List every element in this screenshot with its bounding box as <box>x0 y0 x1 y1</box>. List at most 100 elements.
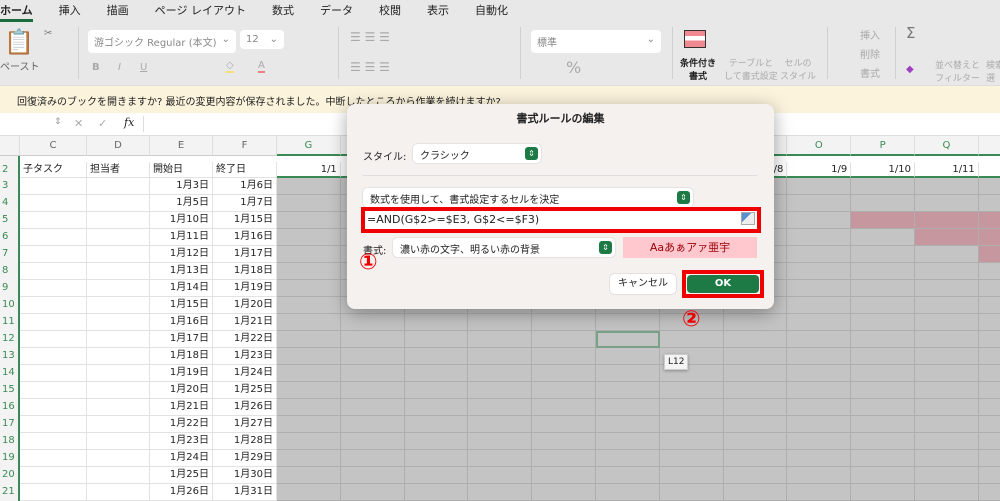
row-header[interactable]: 12 <box>0 331 20 348</box>
gantt-cell[interactable] <box>787 229 852 246</box>
gantt-cell[interactable] <box>340 416 405 433</box>
cell-D[interactable] <box>87 450 150 467</box>
gantt-cell[interactable] <box>340 467 405 484</box>
cell-C[interactable] <box>20 195 87 212</box>
end-date-cell[interactable]: 1月29日 <box>213 450 277 467</box>
end-date-cell[interactable]: 1月27日 <box>213 416 277 433</box>
delete-cells-button[interactable]: 削除 <box>860 46 880 61</box>
end-date-cell[interactable]: 1月19日 <box>213 280 277 297</box>
cell-C[interactable] <box>20 433 87 450</box>
select-all-corner[interactable] <box>0 136 20 156</box>
gantt-cell[interactable] <box>404 416 469 433</box>
start-date-cell[interactable]: 1月22日 <box>150 416 213 433</box>
tab-2[interactable]: 描画 <box>107 0 129 22</box>
gantt-cell[interactable] <box>915 382 979 399</box>
cell-D[interactable] <box>87 382 150 399</box>
gantt-cell[interactable] <box>723 331 788 348</box>
font-size-select[interactable]: 12 ⌄ <box>240 30 284 49</box>
tab-4[interactable]: 数式 <box>272 0 294 22</box>
gantt-cell[interactable] <box>596 365 660 382</box>
column-header-D[interactable]: D <box>87 136 150 156</box>
gantt-cell[interactable] <box>978 178 1000 195</box>
tab-0[interactable]: ホーム <box>0 0 33 22</box>
row-header[interactable]: 8 <box>0 263 20 280</box>
gantt-cell[interactable] <box>340 450 405 467</box>
gantt-cell[interactable] <box>915 433 979 450</box>
end-date-cell[interactable]: 1月21日 <box>213 314 277 331</box>
row-header[interactable]: 9 <box>0 280 20 297</box>
gantt-cell[interactable] <box>277 331 341 348</box>
gantt-cell[interactable] <box>851 297 915 314</box>
gantt-cell[interactable] <box>978 195 1000 212</box>
gantt-cell[interactable] <box>787 314 852 331</box>
gantt-cell[interactable] <box>851 365 915 382</box>
start-date-cell[interactable]: 1月10日 <box>150 212 213 229</box>
gantt-cell[interactable] <box>978 416 1000 433</box>
cell-D[interactable] <box>87 399 150 416</box>
row-header[interactable]: 5 <box>0 212 20 229</box>
row-header[interactable]: 7 <box>0 246 20 263</box>
gantt-cell[interactable] <box>915 484 979 501</box>
column-header-C[interactable]: C <box>20 136 87 156</box>
gantt-cell[interactable] <box>468 467 533 484</box>
start-date-cell[interactable]: 1月14日 <box>150 280 213 297</box>
tab-3[interactable]: ページ レイアウト <box>155 0 246 22</box>
column-header-R[interactable]: R <box>978 136 1000 156</box>
percent-icon[interactable]: % <box>566 58 581 77</box>
gantt-cell[interactable] <box>978 314 1000 331</box>
gantt-cell[interactable] <box>596 399 660 416</box>
gantt-cell[interactable] <box>659 433 724 450</box>
gantt-cell[interactable] <box>851 382 915 399</box>
gantt-cell[interactable] <box>596 382 660 399</box>
tab-6[interactable]: 校閲 <box>379 0 401 22</box>
gantt-cell[interactable] <box>532 382 596 399</box>
gantt-cell[interactable] <box>277 314 341 331</box>
gantt-cell[interactable] <box>277 280 341 297</box>
gantt-cell[interactable] <box>787 212 852 229</box>
row-header[interactable]: 10 <box>0 297 20 314</box>
table-format-button[interactable]: テーブルと して書式設定 <box>724 56 778 82</box>
gantt-cell[interactable] <box>787 450 852 467</box>
gantt-cell[interactable] <box>468 399 533 416</box>
gantt-cell[interactable] <box>277 399 341 416</box>
end-date-cell[interactable]: 1月23日 <box>213 348 277 365</box>
gantt-cell[interactable] <box>340 314 405 331</box>
gantt-cell[interactable] <box>404 467 469 484</box>
underline-button[interactable]: U <box>140 62 147 73</box>
gantt-cell[interactable] <box>787 195 852 212</box>
row-header-2[interactable]: 2 <box>0 162 20 178</box>
gantt-cell[interactable] <box>277 382 341 399</box>
gantt-cell[interactable] <box>915 297 979 314</box>
gantt-bar-cell[interactable] <box>915 229 979 246</box>
gantt-cell[interactable] <box>787 263 852 280</box>
gantt-cell[interactable] <box>787 382 852 399</box>
gantt-cell[interactable] <box>851 399 915 416</box>
gantt-cell[interactable] <box>596 450 660 467</box>
cell-D[interactable] <box>87 314 150 331</box>
gantt-bar-cell[interactable] <box>978 246 1000 263</box>
align-icon[interactable]: ☰ ☰ ☰ <box>350 30 390 44</box>
gantt-cell[interactable] <box>468 433 533 450</box>
row-header[interactable]: 13 <box>0 348 20 365</box>
end-date-cell[interactable]: 1月28日 <box>213 433 277 450</box>
row-header[interactable]: 6 <box>0 229 20 246</box>
gantt-cell[interactable] <box>723 365 788 382</box>
row-header[interactable]: 3 <box>0 178 20 195</box>
start-date-cell[interactable]: 1月19日 <box>150 365 213 382</box>
gantt-cell[interactable] <box>277 450 341 467</box>
gantt-cell[interactable] <box>915 195 979 212</box>
row-header[interactable]: 15 <box>0 382 20 399</box>
gantt-cell[interactable] <box>978 331 1000 348</box>
gantt-cell[interactable] <box>978 484 1000 501</box>
gantt-cell[interactable] <box>596 416 660 433</box>
start-date-cell[interactable]: 1月16日 <box>150 314 213 331</box>
start-date-cell[interactable]: 1月21日 <box>150 399 213 416</box>
gantt-cell[interactable] <box>340 331 405 348</box>
autosum-icon[interactable]: Σ <box>906 24 915 42</box>
paste-button[interactable]: ペースト <box>0 58 40 73</box>
gantt-cell[interactable] <box>340 382 405 399</box>
cell-C[interactable] <box>20 348 87 365</box>
gantt-cell[interactable] <box>723 348 788 365</box>
gantt-cell[interactable] <box>468 365 533 382</box>
cell-D[interactable] <box>87 178 150 195</box>
